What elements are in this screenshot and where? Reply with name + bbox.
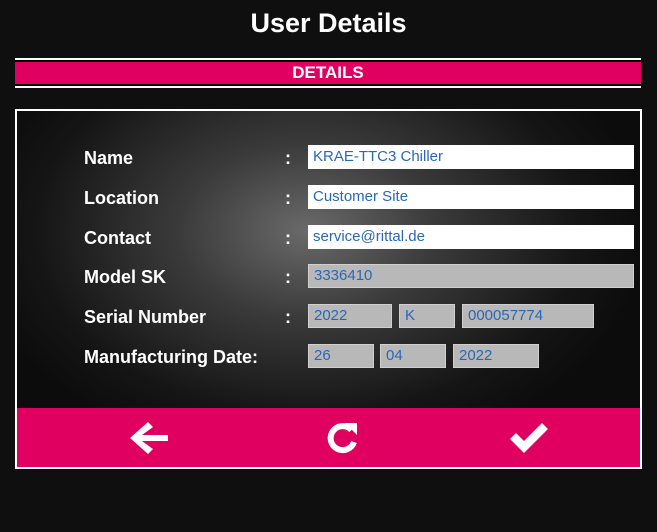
contact-field[interactable]: service@rittal.de <box>308 225 634 249</box>
name-colon: : <box>285 148 291 168</box>
section-header: DETAILS <box>15 58 641 88</box>
action-bar <box>17 408 640 467</box>
serial-number-field: 000057774 <box>462 304 594 328</box>
details-panel: Name : KRAE-TTC3 Chiller Location : Cust… <box>15 109 642 469</box>
location-label: Location <box>84 188 159 208</box>
manufacturing-date-label: Manufacturing Date: <box>84 347 259 367</box>
name-field[interactable]: KRAE-TTC3 Chiller <box>308 145 634 169</box>
back-button[interactable] <box>109 408 189 467</box>
name-label: Name <box>84 148 134 168</box>
manufacturing-month-field: 04 <box>380 344 446 368</box>
contact-label: Contact <box>84 228 151 248</box>
contact-colon: : <box>285 228 291 248</box>
model-sk-label: Model SK <box>84 267 167 287</box>
serial-number-label: Serial Number <box>84 307 207 327</box>
arrow-left-icon <box>130 421 168 454</box>
model-sk-colon: : <box>285 267 291 287</box>
refresh-button[interactable] <box>303 408 383 467</box>
section-title: DETAILS <box>15 62 641 84</box>
refresh-icon <box>327 422 357 453</box>
checkmark-icon <box>510 422 548 453</box>
location-field[interactable]: Customer Site <box>308 185 634 209</box>
manufacturing-year-field: 2022 <box>453 344 539 368</box>
serial-year-field: 2022 <box>308 304 392 328</box>
model-sk-field: 3336410 <box>308 264 634 288</box>
manufacturing-day-field: 26 <box>308 344 374 368</box>
location-colon: : <box>285 188 291 208</box>
serial-code-field: K <box>399 304 455 328</box>
confirm-button[interactable] <box>489 408 569 467</box>
serial-number-colon: : <box>285 307 291 327</box>
page-title: User Details <box>250 8 407 38</box>
